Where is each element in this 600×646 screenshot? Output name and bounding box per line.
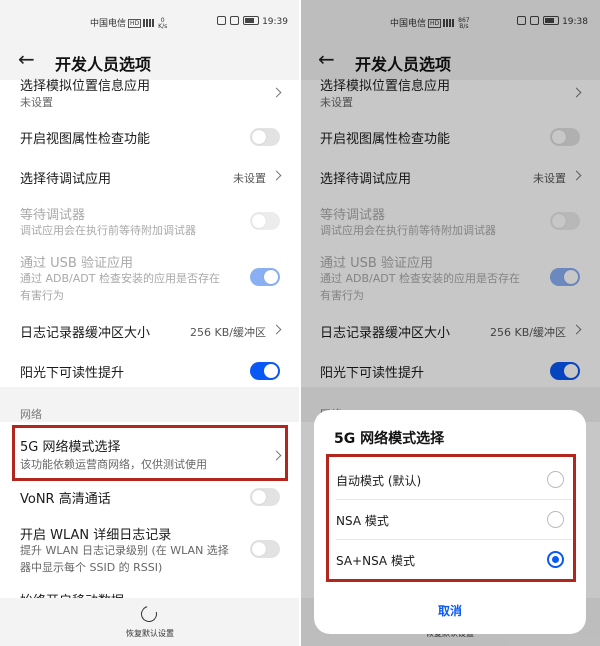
hd-badge: HD — [128, 19, 142, 28]
page-title: 开发人员选项 — [55, 55, 152, 74]
app-header: ← 开发人员选项 — [0, 46, 300, 76]
toggle-switch-on-disabled — [250, 268, 280, 286]
row-view-attribute-inspection[interactable]: 开启视图属性检查功能 — [0, 120, 300, 154]
toggle-switch-on[interactable] — [250, 362, 280, 380]
toggle-switch-off[interactable] — [250, 540, 280, 558]
reset-icon[interactable] — [138, 603, 160, 625]
chevron-right-icon — [271, 170, 282, 181]
cancel-button[interactable]: 取消 — [314, 602, 586, 619]
toggle-switch-off[interactable] — [250, 128, 280, 146]
carrier-name: 中国电信 — [90, 19, 127, 29]
row-vonr-hd-call[interactable]: VoNR 高清通话 — [0, 482, 300, 512]
restore-defaults-button[interactable]: 恢复默认设置 — [0, 628, 300, 639]
bottom-bar: 恢复默认设置 — [0, 598, 300, 646]
battery-icon — [243, 16, 260, 25]
highlight-box-mode-options — [326, 454, 576, 582]
row-logger-buffer-size[interactable]: 日志记录器缓冲区大小 256 KB/缓冲区 — [0, 314, 300, 348]
row-sunlight-readability[interactable]: 阳光下可读性提升 — [0, 354, 300, 388]
row-wlan-verbose-logging[interactable]: 开启 WLAN 详细日志记录 提升 WLAN 日志记录级别 (在 WLAN 选择… — [0, 520, 300, 578]
chevron-right-icon — [271, 87, 282, 98]
dialog-title: 5G 网络模式选择 — [334, 431, 445, 447]
left-phone-screen: 中国电信 HD 0 K/s 19:39 ← 开发人员选项 选择模拟位置信息应用 未设置… — [0, 0, 300, 646]
nfc-icon — [217, 16, 227, 25]
settings-group-debug: 选择模拟位置信息应用 未设置 开启视图属性检查功能 选择待调试应用 未设置 等待… — [0, 79, 300, 388]
screenshot-stage: 中国电信 HD 0 K/s 19:39 ← 开发人员选项 选择模拟位置信息应用 未设置… — [0, 0, 600, 646]
vibrate-icon — [230, 16, 240, 25]
section-header-network: 网络 — [20, 408, 42, 421]
chevron-right-icon — [271, 324, 282, 335]
row-mock-location[interactable]: 选择模拟位置信息应用 未设置 — [0, 79, 300, 114]
pane-divider — [299, 0, 301, 646]
toggle-switch-off[interactable] — [250, 488, 280, 506]
toggle-switch-disabled — [250, 212, 280, 230]
back-arrow-icon[interactable]: ← — [18, 49, 35, 69]
row-wait-for-debugger: 等待调试器 调试应用会在执行前等待附加调试器 — [0, 198, 300, 242]
right-phone-screen: 中国电信 HD 867 B/s 19:38 ← 开发人员选项 选择模拟位置信息应用 未… — [300, 0, 600, 646]
row-verify-apps-over-usb: 通过 USB 验证应用 通过 ADB/ADT 检查安装的应用是否存在 有害行为 — [0, 248, 300, 306]
status-bar: 中国电信 HD 0 K/s 19:39 — [0, 0, 300, 40]
network-speed: 0 K/s — [158, 17, 168, 30]
signal-icon — [143, 19, 156, 27]
row-select-debug-app[interactable]: 选择待调试应用 未设置 — [0, 160, 300, 194]
highlight-box-5g-row — [12, 425, 288, 481]
clock: 19:39 — [262, 17, 288, 27]
